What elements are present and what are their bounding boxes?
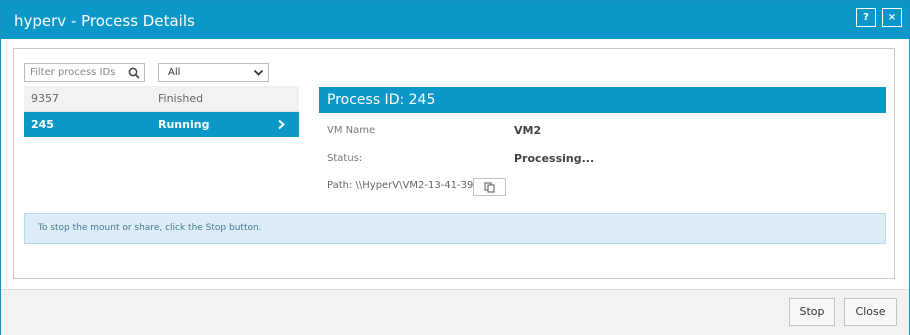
close-icon: × [887,12,897,23]
chevron-right-icon [278,119,286,130]
dialog-footer: Stop Close [1,289,909,335]
vm-name-label: VM Name [327,125,376,136]
process-row-selected[interactable]: 245 Running [24,112,299,137]
copy-icon [484,182,495,192]
process-row[interactable]: 9357 Finished [24,86,299,112]
close-window-button[interactable]: × [882,8,902,27]
content-panel: All 9357 Finished 245 Running Process ID… [13,48,895,279]
title-bar: hyperv - Process Details ? × [1,1,909,39]
stop-button[interactable]: Stop [789,298,835,326]
process-detail-header: Process ID: 245 [319,87,886,113]
search-icon[interactable] [128,67,140,79]
filter-process-ids-input[interactable] [24,63,145,82]
process-list: 9357 Finished 245 Running [24,86,299,137]
window-title: hyperv - Process Details [14,12,195,30]
status-label: Status: [327,153,363,164]
status-filter-select[interactable]: All [158,63,269,82]
help-icon: ? [863,12,869,23]
status-value: Processing... [514,152,595,165]
process-status: Finished [158,92,204,105]
close-button[interactable]: Close [844,298,897,326]
status-filter-value: All [168,67,181,78]
chevron-down-icon [253,69,264,76]
path-text: Path: \\HyperV\VM2-13-41-39 [327,180,474,191]
process-status: Running [158,118,210,131]
process-id-heading: Process ID: 245 [327,92,436,108]
process-details-dialog: hyperv - Process Details ? × All 9357 Fi… [0,0,910,335]
info-message: To stop the mount or share, click the St… [24,213,886,244]
process-id: 9357 [31,92,59,105]
vm-name-value: VM2 [514,124,542,137]
copy-path-button[interactable] [473,178,506,196]
help-button[interactable]: ? [856,8,876,27]
process-id: 245 [31,118,54,131]
